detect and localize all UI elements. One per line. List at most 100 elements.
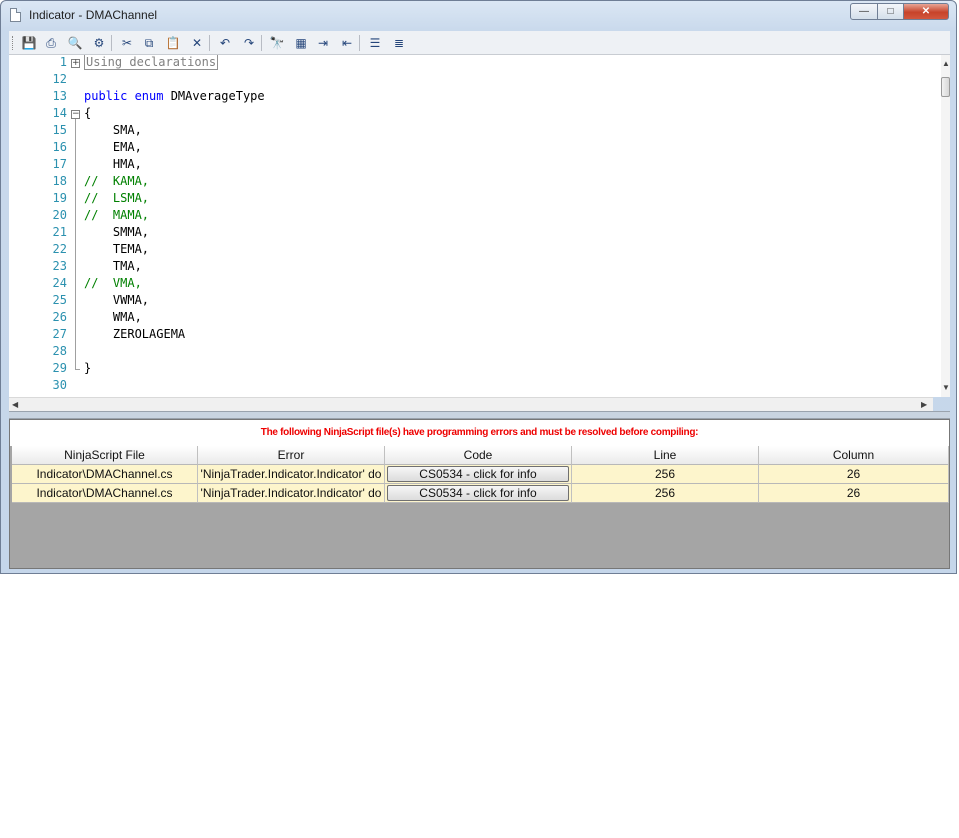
- error-message: The following NinjaScript file(s) have p…: [260, 427, 699, 438]
- line-number: 13: [52, 89, 67, 103]
- line-number: 22: [52, 242, 67, 256]
- collapsed-region[interactable]: Using declarations: [84, 55, 219, 70]
- error-header: The following NinjaScript file(s) have p…: [10, 420, 949, 446]
- code-token: public enum: [84, 89, 171, 103]
- toolbar-separator: [209, 35, 210, 51]
- column-header[interactable]: Code: [385, 446, 572, 465]
- find-icon[interactable]: 🔭: [269, 35, 285, 51]
- minimize-button[interactable]: —: [850, 3, 878, 20]
- line-number: 25: [52, 293, 67, 307]
- redo-icon[interactable]: ↷: [241, 35, 257, 51]
- line-number: 15: [52, 123, 67, 137]
- code-token: HMA,: [84, 157, 142, 171]
- code-line[interactable]: VWMA,: [84, 293, 149, 307]
- column-header[interactable]: Line: [572, 446, 759, 465]
- properties-icon[interactable]: ⚙: [91, 35, 107, 51]
- error-row[interactable]: Indicator\DMAChannel.cs 'NinjaTrader.Indi…: [12, 465, 949, 484]
- line-number: 12: [52, 72, 67, 86]
- title-bar[interactable]: Indicator - DMAChannel — □ ✕: [1, 1, 956, 29]
- code-line[interactable]: WMA,: [84, 310, 142, 324]
- error-text-cell: 'NinjaTrader.Indicator.Indicator' do: [198, 465, 385, 484]
- panel-splitter[interactable]: [9, 411, 950, 419]
- toolbar-separator: [111, 35, 112, 51]
- uncomment-icon[interactable]: ≣: [391, 35, 407, 51]
- document-icon: [10, 8, 21, 22]
- scroll-down-icon[interactable]: ▼: [942, 383, 950, 392]
- print-preview-icon[interactable]: 🔍: [67, 35, 83, 51]
- expand-icon[interactable]: +: [71, 59, 80, 68]
- code-line[interactable]: ZEROLAGEMA: [84, 327, 185, 341]
- code-token: TMA,: [84, 259, 142, 273]
- code-token: // MAMA,: [84, 208, 150, 222]
- code-line[interactable]: EMA,: [84, 140, 142, 154]
- code-token: SMMA,: [84, 225, 150, 239]
- column-header[interactable]: Error: [198, 446, 385, 465]
- indent-icon[interactable]: ⇥: [315, 35, 331, 51]
- error-line-cell: 256: [572, 465, 759, 484]
- line-number: 21: [52, 225, 67, 239]
- code-line[interactable]: // MAMA,: [84, 208, 149, 222]
- line-number: 28: [52, 344, 67, 358]
- horizontal-scrollbar[interactable]: ◀ ▶: [9, 397, 933, 411]
- paste-icon[interactable]: 📋: [165, 35, 181, 51]
- line-number: 1: [59, 55, 67, 69]
- line-number: 26: [52, 310, 67, 324]
- code-editor[interactable]: ▲ ▼ 1 + Using declarations 12 13 public enum …: [9, 55, 950, 397]
- fold-guide: [75, 119, 76, 369]
- code-token: ZEROLAGEMA: [84, 327, 186, 341]
- error-row[interactable]: Indicator\DMAChannel.cs 'NinjaTrader.Indi…: [12, 484, 949, 503]
- scroll-up-icon[interactable]: ▲: [942, 59, 950, 68]
- code-line[interactable]: // KAMA,: [84, 174, 149, 188]
- toolbar-separator: [359, 35, 360, 51]
- comment-icon[interactable]: ☰: [367, 35, 383, 51]
- line-number: 19: [52, 191, 67, 205]
- code-line[interactable]: SMA,: [84, 123, 142, 137]
- code-line[interactable]: public enum DMAverageType: [84, 89, 265, 103]
- column-header[interactable]: Column: [759, 446, 949, 465]
- delete-icon[interactable]: ✕: [189, 35, 205, 51]
- error-text-cell: 'NinjaTrader.Indicator.Indicator' do: [198, 484, 385, 503]
- close-button[interactable]: ✕: [903, 3, 949, 20]
- code-line[interactable]: TEMA,: [84, 242, 149, 256]
- code-line[interactable]: Using declarations: [84, 55, 219, 70]
- code-token: // LSMA,: [84, 191, 150, 205]
- error-file-cell: Indicator\DMAChannel.cs: [12, 465, 198, 484]
- line-number: 16: [52, 140, 67, 154]
- scroll-left-icon[interactable]: ◀: [12, 400, 18, 409]
- code-line[interactable]: SMMA,: [84, 225, 149, 239]
- code-line[interactable]: // LSMA,: [84, 191, 149, 205]
- vertical-scrollbar[interactable]: ▲ ▼: [941, 55, 950, 397]
- cut-icon[interactable]: ✂: [119, 35, 135, 51]
- column-header[interactable]: NinjaScript File: [12, 446, 198, 465]
- code-line[interactable]: HMA,: [84, 157, 142, 171]
- undo-icon[interactable]: ↶: [217, 35, 233, 51]
- code-line[interactable]: TMA,: [84, 259, 142, 273]
- outdent-icon[interactable]: ⇤: [339, 35, 355, 51]
- maximize-button[interactable]: □: [877, 3, 904, 20]
- scroll-right-icon[interactable]: ▶: [921, 400, 927, 409]
- code-line[interactable]: }: [84, 361, 91, 375]
- vertical-scroll-thumb[interactable]: [941, 77, 950, 97]
- code-line[interactable]: // VMA,: [84, 276, 142, 290]
- error-code-button[interactable]: CS0534 - click for info: [387, 466, 569, 482]
- print-icon[interactable]: ⎙: [43, 35, 59, 51]
- code-token: // KAMA,: [84, 174, 150, 188]
- editor-toolbar: 💾 ⎙ 🔍 ⚙ ✂ ⧉ 📋 ✕ ↶ ↷ 🔭 ▦ ⇥ ⇤ ☰ ≣: [9, 31, 950, 55]
- line-number: 18: [52, 174, 67, 188]
- replace-icon[interactable]: ▦: [293, 35, 309, 51]
- code-token: {: [84, 106, 92, 120]
- collapse-icon[interactable]: −: [71, 110, 80, 119]
- code-line[interactable]: {: [84, 106, 91, 120]
- error-code-button[interactable]: CS0534 - click for info: [387, 485, 569, 501]
- copy-icon[interactable]: ⧉: [141, 35, 157, 51]
- code-token: EMA,: [84, 140, 142, 154]
- error-panel: The following NinjaScript file(s) have p…: [9, 419, 950, 569]
- error-file-cell: Indicator\DMAChannel.cs: [12, 484, 198, 503]
- line-number: 27: [52, 327, 67, 341]
- line-number: 29: [52, 361, 67, 375]
- error-column-cell: 26: [759, 465, 949, 484]
- line-number: 14: [52, 106, 67, 120]
- grid-header-row: NinjaScript File Error Code Line Column: [12, 446, 949, 465]
- toolbar-grip[interactable]: [12, 36, 16, 50]
- save-icon[interactable]: 💾: [21, 35, 37, 51]
